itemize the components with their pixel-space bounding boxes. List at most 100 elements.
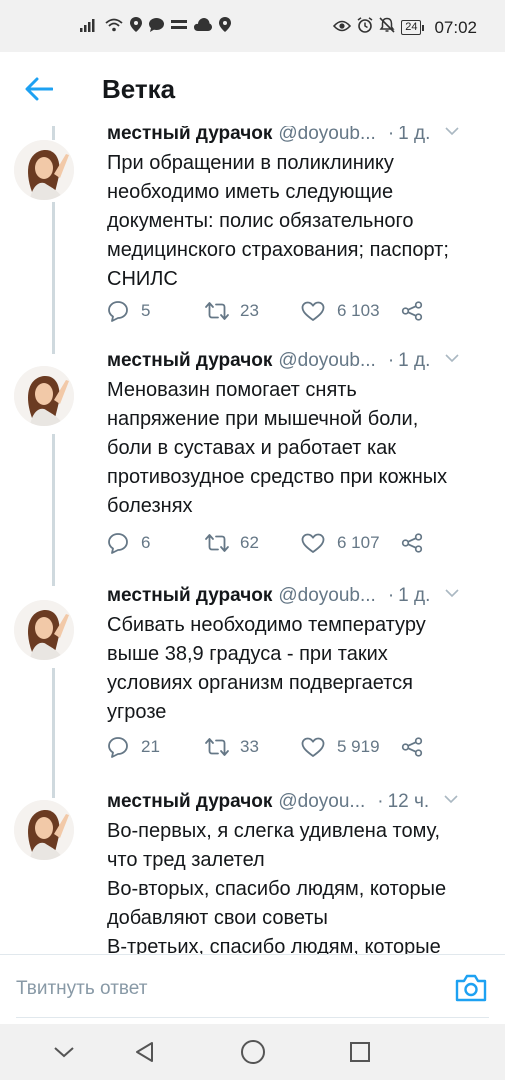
avatar-image bbox=[14, 366, 74, 426]
page-title: Ветка bbox=[102, 74, 176, 104]
author-handle[interactable]: @doyoub... bbox=[278, 347, 375, 375]
status-icons-left bbox=[80, 17, 231, 37]
like-count: 6 103 bbox=[337, 301, 380, 320]
location-icon bbox=[219, 17, 231, 37]
reply-icon bbox=[108, 301, 128, 322]
chevron-down-icon[interactable] bbox=[443, 793, 459, 805]
eye-icon bbox=[333, 19, 352, 37]
location-icon bbox=[130, 17, 142, 37]
thread-feed[interactable]: местный дурачок @doyoub... · 1 д. При об… bbox=[0, 126, 505, 954]
reply-button[interactable]: 6 bbox=[107, 532, 204, 554]
recents-square-icon[interactable] bbox=[346, 1038, 374, 1066]
share-icon bbox=[401, 737, 423, 757]
alarm-icon bbox=[357, 17, 373, 38]
chevron-down-icon[interactable] bbox=[50, 1038, 78, 1066]
avatar[interactable] bbox=[14, 800, 74, 860]
tweet[interactable]: местный дурачок @doyoub... · 1 д. При об… bbox=[0, 126, 505, 352]
like-button[interactable]: 6 103 bbox=[301, 301, 401, 322]
reply-underline bbox=[16, 1017, 489, 1018]
reply-count: 5 bbox=[141, 301, 151, 320]
like-button[interactable]: 5 919 bbox=[301, 737, 401, 758]
author-name[interactable]: местный дурачок bbox=[107, 788, 272, 816]
author-handle[interactable]: @doyoub... bbox=[278, 126, 375, 148]
reply-icon bbox=[108, 737, 128, 758]
tweet-actions: 21 33 5 919 bbox=[107, 732, 437, 762]
tweet[interactable]: местный дурачок @doyoub... · 1 д. Менова… bbox=[0, 350, 505, 584]
notification-icon bbox=[171, 18, 187, 37]
tweet-time: 12 ч. bbox=[387, 791, 430, 812]
tweet-content: местный дурачок @doyoub... · 1 д. При об… bbox=[107, 126, 492, 294]
battery-level: 24 bbox=[401, 20, 422, 35]
share-button[interactable] bbox=[401, 737, 423, 757]
reply-button[interactable]: 5 bbox=[107, 300, 204, 322]
share-icon bbox=[401, 301, 423, 321]
like-count: 5 919 bbox=[337, 737, 380, 756]
app-header: Ветка bbox=[0, 52, 505, 126]
avatar[interactable] bbox=[14, 600, 74, 660]
author-name[interactable]: местный дурачок bbox=[107, 347, 272, 375]
avatar-image bbox=[14, 140, 74, 200]
heart-icon bbox=[301, 301, 325, 321]
heart-icon bbox=[301, 533, 325, 553]
camera-icon[interactable] bbox=[454, 973, 488, 1005]
tweet-time: 1 д. bbox=[398, 126, 431, 144]
tweet-content: местный дурачок @doyoub... · 1 д. Менова… bbox=[107, 347, 492, 521]
share-button[interactable] bbox=[401, 301, 423, 321]
home-circle-icon[interactable] bbox=[239, 1038, 267, 1066]
system-nav-bar bbox=[0, 1024, 505, 1080]
retweet-icon bbox=[205, 738, 229, 756]
status-icons-right: 24 07:02 bbox=[333, 17, 477, 38]
back-arrow-icon[interactable] bbox=[22, 74, 56, 104]
tweet-content: местный дурачок @doyoub... · 1 д. Сбиват… bbox=[107, 582, 492, 727]
message-icon bbox=[149, 17, 164, 37]
chevron-down-icon[interactable] bbox=[444, 352, 460, 364]
avatar-image bbox=[14, 800, 74, 860]
tweet-header: местный дурачок @doyoub... · 1 д. bbox=[107, 126, 492, 148]
reply-button[interactable]: 21 bbox=[107, 736, 204, 758]
chevron-down-icon[interactable] bbox=[444, 587, 460, 599]
tweet[interactable]: местный дурачок @doyou... · 12 ч. Во-пер… bbox=[0, 791, 505, 954]
reply-icon bbox=[108, 533, 128, 554]
avatar[interactable] bbox=[14, 140, 74, 200]
reply-input[interactable]: Твитнуть ответ bbox=[16, 973, 436, 1005]
author-name[interactable]: местный дурачок bbox=[107, 582, 272, 610]
tweet-content: местный дурачок @doyou... · 12 ч. Во-пер… bbox=[107, 788, 492, 954]
retweet-icon bbox=[205, 534, 229, 552]
tweet-actions: 5 23 6 103 bbox=[107, 296, 437, 326]
retweet-button[interactable]: 33 bbox=[204, 737, 301, 757]
mute-icon bbox=[379, 17, 395, 38]
tweet-text: Во-первых, я слегка удивлена тому, что т… bbox=[107, 820, 447, 954]
retweet-count: 23 bbox=[240, 301, 259, 320]
tweet-text: Сбивать необходимо температуру выше 38,9… bbox=[107, 614, 426, 723]
retweet-icon bbox=[205, 302, 229, 320]
retweet-button[interactable]: 23 bbox=[204, 301, 301, 321]
tweet-text: Меновазин помогает снять напряжение при … bbox=[107, 379, 448, 517]
author-handle[interactable]: @doyoub... bbox=[278, 582, 375, 610]
tweet[interactable]: местный дурачок @doyoub... · 1 д. Сбиват… bbox=[0, 585, 505, 796]
tweet-actions: 6 62 6 107 bbox=[107, 528, 437, 558]
retweet-count: 33 bbox=[240, 737, 259, 756]
retweet-button[interactable]: 62 bbox=[204, 533, 301, 553]
tweet-text: При обращении в поликлинику необходимо и… bbox=[107, 152, 449, 290]
author-handle[interactable]: @doyou... bbox=[278, 788, 365, 816]
back-triangle-icon[interactable] bbox=[131, 1038, 159, 1066]
avatar-image bbox=[14, 600, 74, 660]
wifi-icon bbox=[105, 18, 123, 37]
tweet-time: 1 д. bbox=[398, 350, 431, 371]
author-name[interactable]: местный дурачок bbox=[107, 126, 272, 148]
battery-icon: 24 bbox=[401, 20, 425, 35]
chevron-down-icon[interactable] bbox=[444, 126, 460, 137]
tweet-header: местный дурачок @doyou... · 12 ч. bbox=[107, 788, 492, 816]
retweet-count: 62 bbox=[240, 533, 259, 552]
heart-icon bbox=[301, 737, 325, 757]
reply-bar: Твитнуть ответ bbox=[0, 954, 505, 1024]
signal-icon bbox=[80, 18, 98, 37]
avatar[interactable] bbox=[14, 366, 74, 426]
like-button[interactable]: 6 107 bbox=[301, 533, 401, 554]
status-bar: 24 07:02 bbox=[0, 0, 505, 52]
like-count: 6 107 bbox=[337, 533, 380, 552]
share-button[interactable] bbox=[401, 533, 423, 553]
share-icon bbox=[401, 533, 423, 553]
reply-count: 21 bbox=[141, 737, 160, 756]
status-time: 07:02 bbox=[434, 17, 477, 37]
